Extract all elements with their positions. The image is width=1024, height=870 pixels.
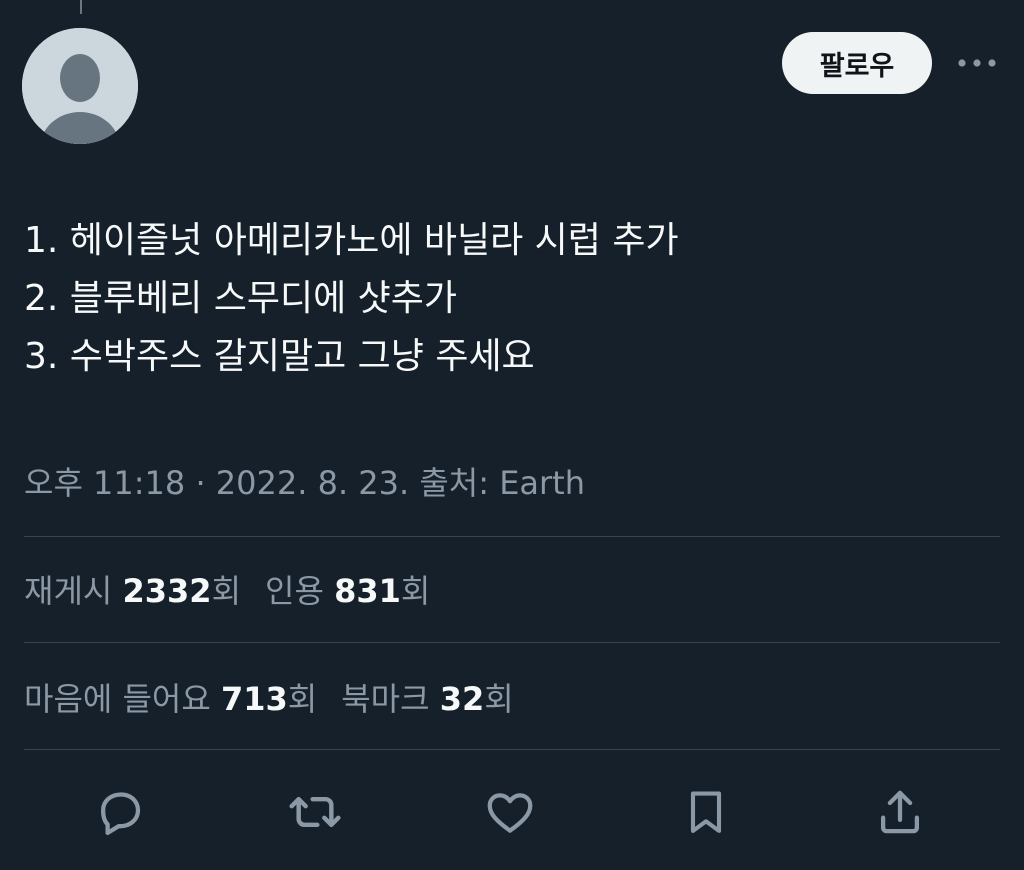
- retweets-unit: 회: [211, 572, 242, 610]
- reply-button[interactable]: [90, 782, 150, 842]
- likes-unit: 회: [287, 680, 318, 718]
- bookmarks-stat[interactable]: 북마크 32회: [341, 674, 513, 720]
- tweet-line: 3. 수박주스 갈지말고 그냥 주세요: [24, 336, 535, 377]
- bookmark-button[interactable]: [676, 782, 736, 842]
- tweet-time[interactable]: 오후 11:18: [24, 464, 185, 502]
- avatar[interactable]: [22, 28, 138, 144]
- source-link[interactable]: Earth: [499, 464, 585, 502]
- more-options-button[interactable]: [952, 46, 1002, 80]
- bookmark-icon: [690, 791, 722, 833]
- divider: [24, 536, 1000, 537]
- tweet-detail-page: 팔로우 1. 헤이즐넛 아메리카노에 바닐라 시럽 추가 2. 블루베리 스무디…: [0, 0, 1024, 870]
- share-icon: [880, 790, 920, 834]
- thread-connector-line: [80, 0, 82, 14]
- likes-label: 마음에 들어요: [24, 680, 211, 718]
- stats-row-likes: 마음에 들어요 713회 북마크 32회: [24, 674, 538, 720]
- divider: [24, 749, 1000, 750]
- retweet-icon: [289, 796, 341, 828]
- follow-button[interactable]: 팔로우: [782, 32, 932, 94]
- more-icon: [958, 59, 996, 67]
- likes-stat[interactable]: 마음에 들어요 713회: [24, 674, 317, 720]
- tweet-line: 1. 헤이즐넛 아메리카노에 바닐라 시럽 추가: [24, 220, 679, 261]
- quotes-unit: 회: [400, 572, 431, 610]
- source-label: 출처:: [419, 464, 490, 502]
- bookmarks-label: 북마크: [341, 680, 430, 718]
- bookmarks-count: 32: [439, 680, 485, 718]
- stats-row-reposts: 재게시 2332회 인용 831회: [24, 566, 454, 612]
- quotes-label: 인용: [265, 572, 324, 610]
- likes-count: 713: [220, 680, 288, 718]
- retweets-count: 2332: [122, 572, 212, 610]
- like-button[interactable]: [480, 782, 540, 842]
- retweets-label: 재게시: [24, 572, 113, 610]
- divider: [24, 642, 1000, 643]
- tweet-date[interactable]: 2022. 8. 23.: [216, 464, 409, 502]
- tweet-line: 2. 블루베리 스무디에 샷추가: [24, 278, 457, 319]
- bookmarks-unit: 회: [484, 680, 514, 718]
- default-avatar-icon: [22, 28, 138, 144]
- share-button[interactable]: [870, 782, 930, 842]
- quotes-stat[interactable]: 인용 831회: [265, 566, 430, 612]
- tweet-metadata: 오후 11:18 · 2022. 8. 23. 출처: Earth: [24, 458, 585, 504]
- reply-icon: [100, 792, 141, 836]
- meta-separator: ·: [195, 464, 206, 502]
- quotes-count: 831: [334, 572, 401, 610]
- tweet-text: 1. 헤이즐넛 아메리카노에 바닐라 시럽 추가 2. 블루베리 스무디에 샷추…: [24, 212, 984, 386]
- tweet-actions-bar: [0, 774, 1024, 844]
- retweet-button[interactable]: [285, 782, 345, 842]
- like-icon: [487, 793, 533, 833]
- retweets-stat[interactable]: 재게시 2332회: [24, 566, 241, 612]
